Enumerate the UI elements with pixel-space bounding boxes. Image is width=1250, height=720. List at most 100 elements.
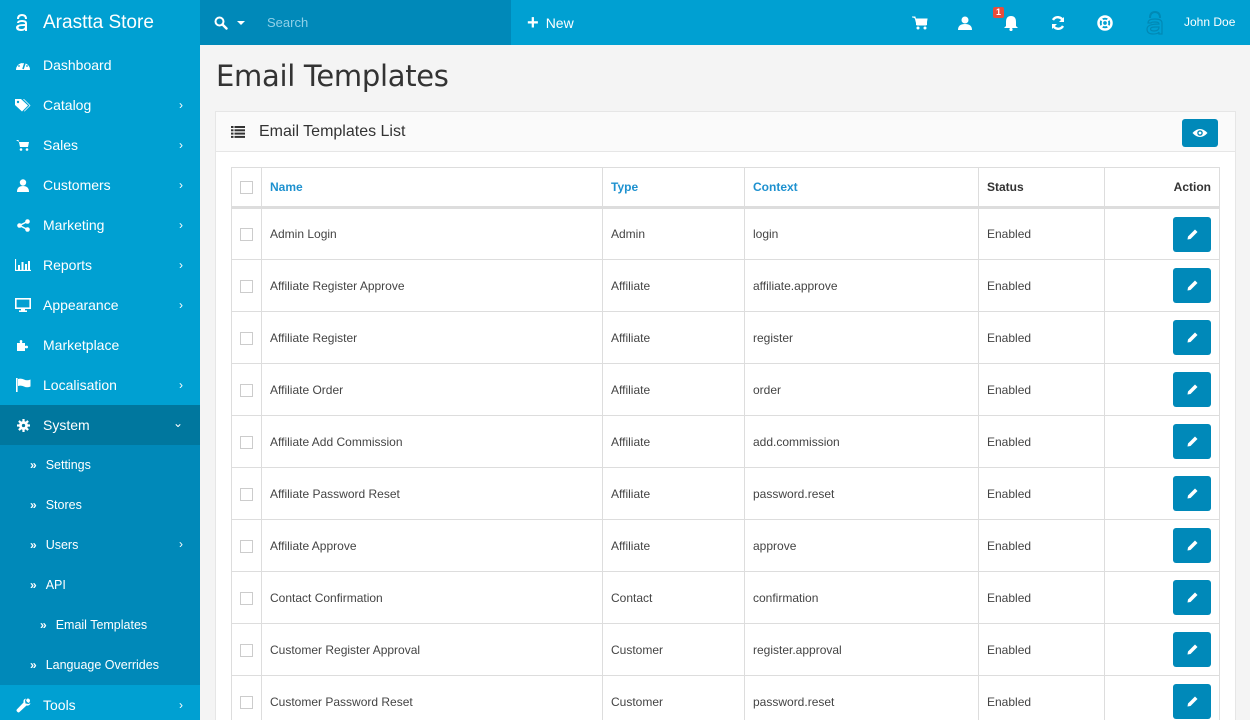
edit-button[interactable]: [1173, 632, 1211, 667]
submenu-item-language-overrides[interactable]: » Language Overrides: [0, 645, 200, 685]
submenu-item-stores[interactable]: » Stores: [0, 485, 200, 525]
row-checkbox[interactable]: [240, 539, 253, 553]
user-name[interactable]: John Doe: [1184, 0, 1235, 45]
row-checkbox[interactable]: [240, 435, 253, 449]
row-checkbox[interactable]: [240, 383, 253, 397]
cell-context: password.reset: [744, 467, 979, 520]
submenu-item-email-templates[interactable]: » Email Templates: [0, 605, 200, 645]
cell-status: Enabled: [978, 467, 1105, 520]
user-icon: [958, 16, 972, 30]
double-chevron-right-icon: »: [30, 498, 37, 512]
cell-status: Enabled: [978, 259, 1105, 312]
cell-context: login: [744, 207, 979, 260]
plus-icon: +: [527, 11, 539, 34]
sidebar-item-reports[interactable]: Reports ›: [0, 245, 200, 285]
list-icon: [231, 125, 245, 138]
row-select-cell: [231, 415, 262, 468]
column-header-type[interactable]: Type: [602, 167, 745, 209]
column-header-context[interactable]: Context: [744, 167, 979, 209]
chevron-right-icon: ›: [179, 178, 183, 192]
view-button[interactable]: [1182, 119, 1218, 147]
pencil-icon: [1187, 488, 1197, 499]
sidebar-item-localisation[interactable]: Localisation ›: [0, 365, 200, 405]
row-select-cell: [231, 207, 262, 260]
sidebar-item-sales[interactable]: Sales ›: [0, 125, 200, 165]
edit-button[interactable]: [1173, 528, 1211, 563]
profile-button[interactable]: [953, 0, 977, 45]
double-chevron-right-icon: »: [30, 458, 37, 472]
refresh-button[interactable]: [1046, 0, 1070, 45]
row-select-cell: [231, 363, 262, 416]
cell-name: Customer Password Reset: [261, 675, 603, 720]
row-checkbox[interactable]: [240, 228, 253, 242]
sidebar-item-marketing[interactable]: Marketing ›: [0, 205, 200, 245]
edit-button[interactable]: [1173, 320, 1211, 355]
new-button[interactable]: + New: [527, 0, 574, 45]
row-checkbox[interactable]: [240, 643, 253, 657]
sidebar-item-tools[interactable]: Tools ›: [0, 685, 200, 720]
cell-type: Customer: [602, 623, 745, 676]
edit-button[interactable]: [1173, 424, 1211, 459]
cell-status: Enabled: [978, 571, 1105, 624]
cell-context: order: [744, 363, 979, 416]
edit-button[interactable]: [1173, 580, 1211, 615]
chevron-right-icon: ›: [179, 138, 183, 152]
row-checkbox[interactable]: [240, 695, 253, 709]
cell-action: [1104, 363, 1220, 416]
sidebar-item-appearance[interactable]: Appearance ›: [0, 285, 200, 325]
row-checkbox[interactable]: [240, 279, 253, 293]
cell-name: Affiliate Order: [261, 363, 603, 416]
row-checkbox[interactable]: [240, 487, 253, 501]
edit-button[interactable]: [1173, 268, 1211, 303]
cell-type: Customer: [602, 675, 745, 720]
row-select-cell: [231, 311, 262, 364]
cell-action: [1104, 311, 1220, 364]
search-input[interactable]: [267, 15, 467, 30]
top-navbar: Arastta Store + New 1: [0, 0, 1250, 45]
row-checkbox[interactable]: [240, 591, 253, 605]
table-row: Affiliate Password Reset Affiliate passwor…: [231, 467, 1220, 520]
search-icon[interactable]: [214, 16, 228, 30]
select-all-checkbox[interactable]: [240, 181, 253, 195]
edit-button[interactable]: [1173, 476, 1211, 511]
edit-button[interactable]: [1173, 684, 1211, 719]
sidebar-item-label: Reports: [43, 257, 93, 273]
row-checkbox[interactable]: [240, 331, 253, 345]
chevron-right-icon: ›: [179, 298, 183, 312]
cell-context: register.approval: [744, 623, 979, 676]
cell-context: affiliate.approve: [744, 259, 979, 312]
sidebar-item-system[interactable]: System ⌄: [0, 405, 200, 445]
brand[interactable]: Arastta Store: [0, 0, 200, 45]
submenu-item-users[interactable]: » Users ›: [0, 525, 200, 565]
sidebar-item-customers[interactable]: Customers ›: [0, 165, 200, 205]
submenu-item-api[interactable]: » API: [0, 565, 200, 605]
cart-button[interactable]: [908, 0, 932, 45]
sidebar-item-marketplace[interactable]: Marketplace: [0, 325, 200, 365]
cell-type: Affiliate: [602, 415, 745, 468]
sidebar-item-dashboard[interactable]: Dashboard: [0, 45, 200, 85]
caret-down-icon[interactable]: [237, 20, 245, 25]
table-row: Affiliate Approve Affiliate approve Enabled: [231, 519, 1220, 572]
chevron-down-icon: ⌄: [172, 416, 183, 430]
new-button-label: New: [545, 14, 574, 31]
sidebar-item-catalog[interactable]: Catalog ›: [0, 85, 200, 125]
table-row: Customer Register Approval Customer regist…: [231, 623, 1220, 676]
sidebar-item-label: Marketing: [43, 217, 105, 233]
email-templates-panel: Email Templates List Name Type Context S…: [215, 111, 1236, 720]
submenu-item-label: Language Overrides: [45, 658, 159, 672]
brand-name: Arastta Store: [43, 11, 154, 33]
pencil-icon: [1187, 280, 1197, 291]
submenu-item-settings[interactable]: » Settings: [0, 445, 200, 485]
table-row: Affiliate Register Affiliate register Enabl…: [231, 311, 1220, 364]
edit-button[interactable]: [1173, 372, 1211, 407]
panel-heading: Email Templates List: [216, 112, 1235, 152]
row-select-cell: [231, 623, 262, 676]
tags-icon: [15, 98, 31, 111]
notifications-button[interactable]: 1: [993, 0, 1023, 45]
avatar-icon[interactable]: [1143, 10, 1167, 36]
column-header-name[interactable]: Name: [261, 167, 603, 209]
help-button[interactable]: [1093, 0, 1117, 45]
table-row: Affiliate Order Affiliate order Enabled: [231, 363, 1220, 416]
pencil-icon: [1187, 229, 1197, 239]
edit-button[interactable]: [1173, 216, 1211, 252]
